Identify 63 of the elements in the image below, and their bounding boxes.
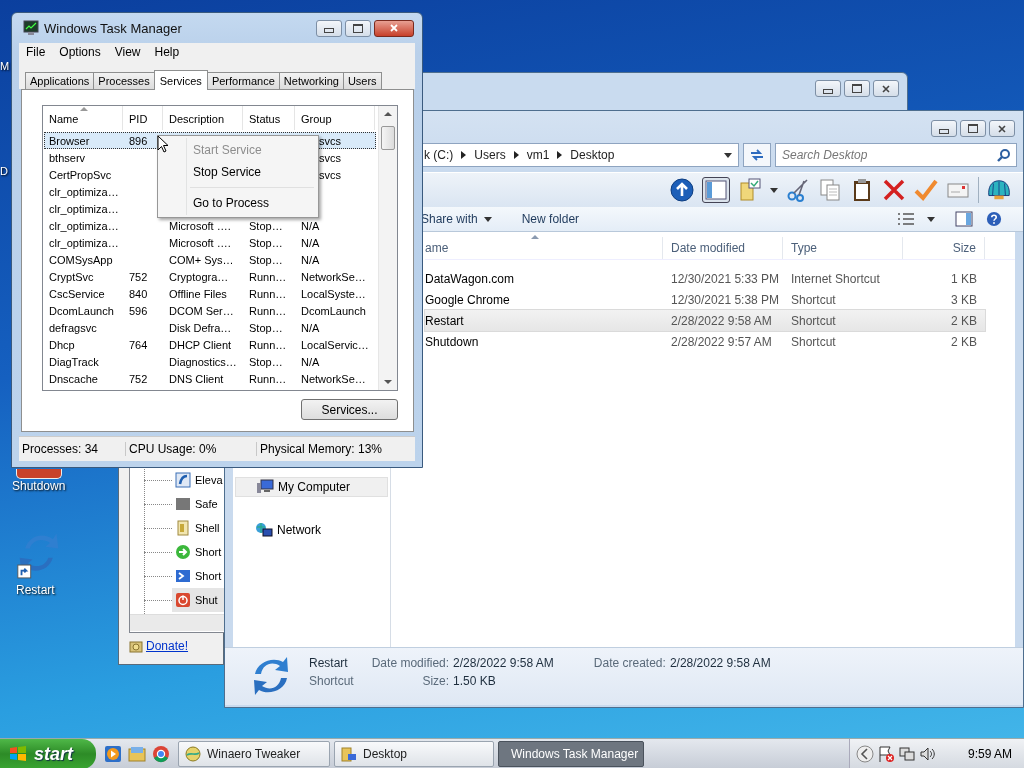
window-title: Windows Task Manager (44, 20, 182, 36)
table-cell-text: Browser (48, 134, 91, 147)
property-value: 2/28/2022 9:58 AM (453, 656, 554, 670)
table-cell-text: DcomLaunch (300, 304, 367, 317)
table-cell-text: N/A (300, 236, 321, 249)
table-cell-text: 752 (128, 372, 149, 385)
table-cell-text: clr_optimiza… (48, 185, 120, 198)
table-cell-text: Dhcp (48, 338, 76, 351)
status-text: CPU Usage: 0% (126, 442, 257, 456)
table-cell-text: N/A (300, 219, 321, 232)
table-cell-text: LocalSyste… (300, 287, 367, 300)
table-cell-text: DNS Client (168, 372, 225, 385)
property-label: Size: (421, 674, 450, 688)
table-cell-text: N/A (300, 253, 321, 266)
table-cell-text: clr_optimiza… (48, 236, 120, 249)
table-cell-text: svcs (318, 151, 342, 164)
table-cell-text: 840 (128, 287, 149, 300)
property-label: Date created: (593, 656, 666, 670)
table-cell-text: Microsoft …. (168, 219, 232, 232)
status-text: Physical Memory: 13% (259, 442, 384, 456)
table-cell-text: defragsvc (48, 321, 98, 334)
table-cell-text: clr_optimiza… (48, 219, 120, 232)
table-cell-text: NetworkSe… (300, 270, 367, 283)
file-name: Restart (309, 656, 349, 670)
file-type: Shortcut (309, 674, 354, 688)
table-cell-text: Stop… (248, 236, 284, 249)
table-cell-text: Runn… (248, 304, 288, 317)
table-cell-text: Stop… (248, 253, 284, 266)
table-cell-text: Dnscache (48, 372, 99, 385)
table-cell-text: 752 (128, 270, 149, 283)
table-cell-text: 596 (128, 304, 149, 317)
table-cell-text: N/A (300, 321, 321, 334)
table-cell-text: N/A (300, 355, 321, 368)
table-cell-text: COMSysApp (48, 253, 114, 266)
table-cell-text: Runn… (248, 372, 288, 385)
table-cell-text: DHCP Client (168, 338, 233, 351)
table-cell-text: Disk Defra… (168, 321, 233, 334)
table-cell-text: Stop… (248, 355, 284, 368)
table-cell-text: Stop… (248, 321, 284, 334)
table-cell-text: 896 (128, 134, 149, 147)
table-cell-text: NetworkSe… (300, 372, 367, 385)
table-cell-text: Offline Files (168, 287, 228, 300)
table-cell-text: Diagnostics… (168, 355, 238, 368)
table-cell-text: svcs (318, 134, 342, 147)
table-cell-text: Microsoft …. (168, 236, 232, 249)
table-cell-text: Runn… (248, 270, 288, 283)
table-cell-text: Cryptogra… (168, 270, 230, 283)
property-label: Date modified: (371, 656, 450, 670)
table-cell-text: CscService (48, 287, 106, 300)
property-value: 2/28/2022 9:58 AM (669, 656, 771, 670)
table-cell-text: CryptSvc (48, 270, 95, 283)
table-cell-text: Stop… (248, 219, 284, 232)
table-cell-text: COM+ Sys… (168, 253, 235, 266)
table-cell-text: DcomLaunch (48, 304, 115, 317)
table-cell-text: bthserv (48, 151, 87, 164)
table-cell-text: DiagTrack (48, 355, 100, 368)
status-text: Processes: 34 (19, 442, 126, 456)
table-cell-text: Runn… (248, 287, 288, 300)
table-cell-text: LocalServic… (300, 338, 370, 351)
table-cell-text: 764 (128, 338, 149, 351)
table-cell-text: DCOM Ser… (168, 304, 235, 317)
table-cell-text: Runn… (248, 338, 288, 351)
property-value: 1.50 KB (453, 674, 497, 688)
